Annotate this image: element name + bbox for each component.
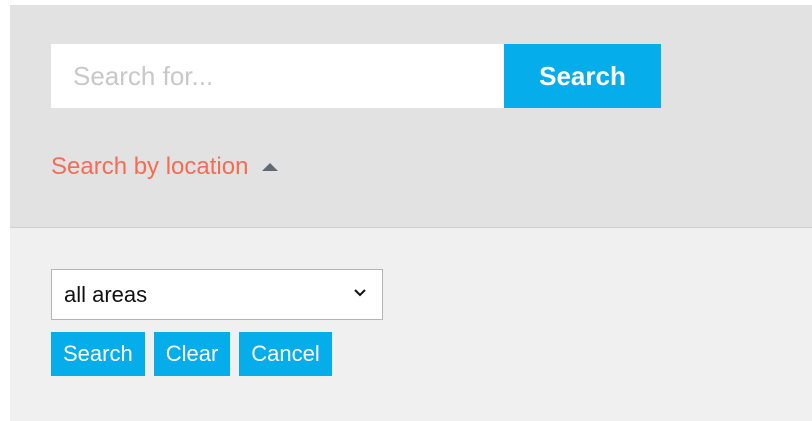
clear-button[interactable]: Clear bbox=[153, 332, 231, 376]
search-by-location-toggle[interactable]: Search by location bbox=[51, 152, 279, 182]
caret-up-icon bbox=[262, 163, 279, 171]
location-filter-panel: all areas Search Clear Cancel bbox=[10, 228, 812, 421]
search-panel: Search Search by location bbox=[10, 5, 812, 228]
cancel-button[interactable]: Cancel bbox=[239, 332, 332, 376]
search-button[interactable]: Search bbox=[504, 44, 661, 108]
area-select-wrapper: all areas bbox=[51, 269, 383, 320]
search-input[interactable] bbox=[51, 44, 504, 108]
area-select[interactable]: all areas bbox=[51, 269, 383, 320]
search-by-location-label: Search by location bbox=[51, 153, 249, 180]
location-actions: Search Clear Cancel bbox=[51, 332, 332, 376]
location-search-button[interactable]: Search bbox=[51, 332, 145, 376]
search-widget: Search Search by location all areas Sear… bbox=[0, 0, 812, 421]
